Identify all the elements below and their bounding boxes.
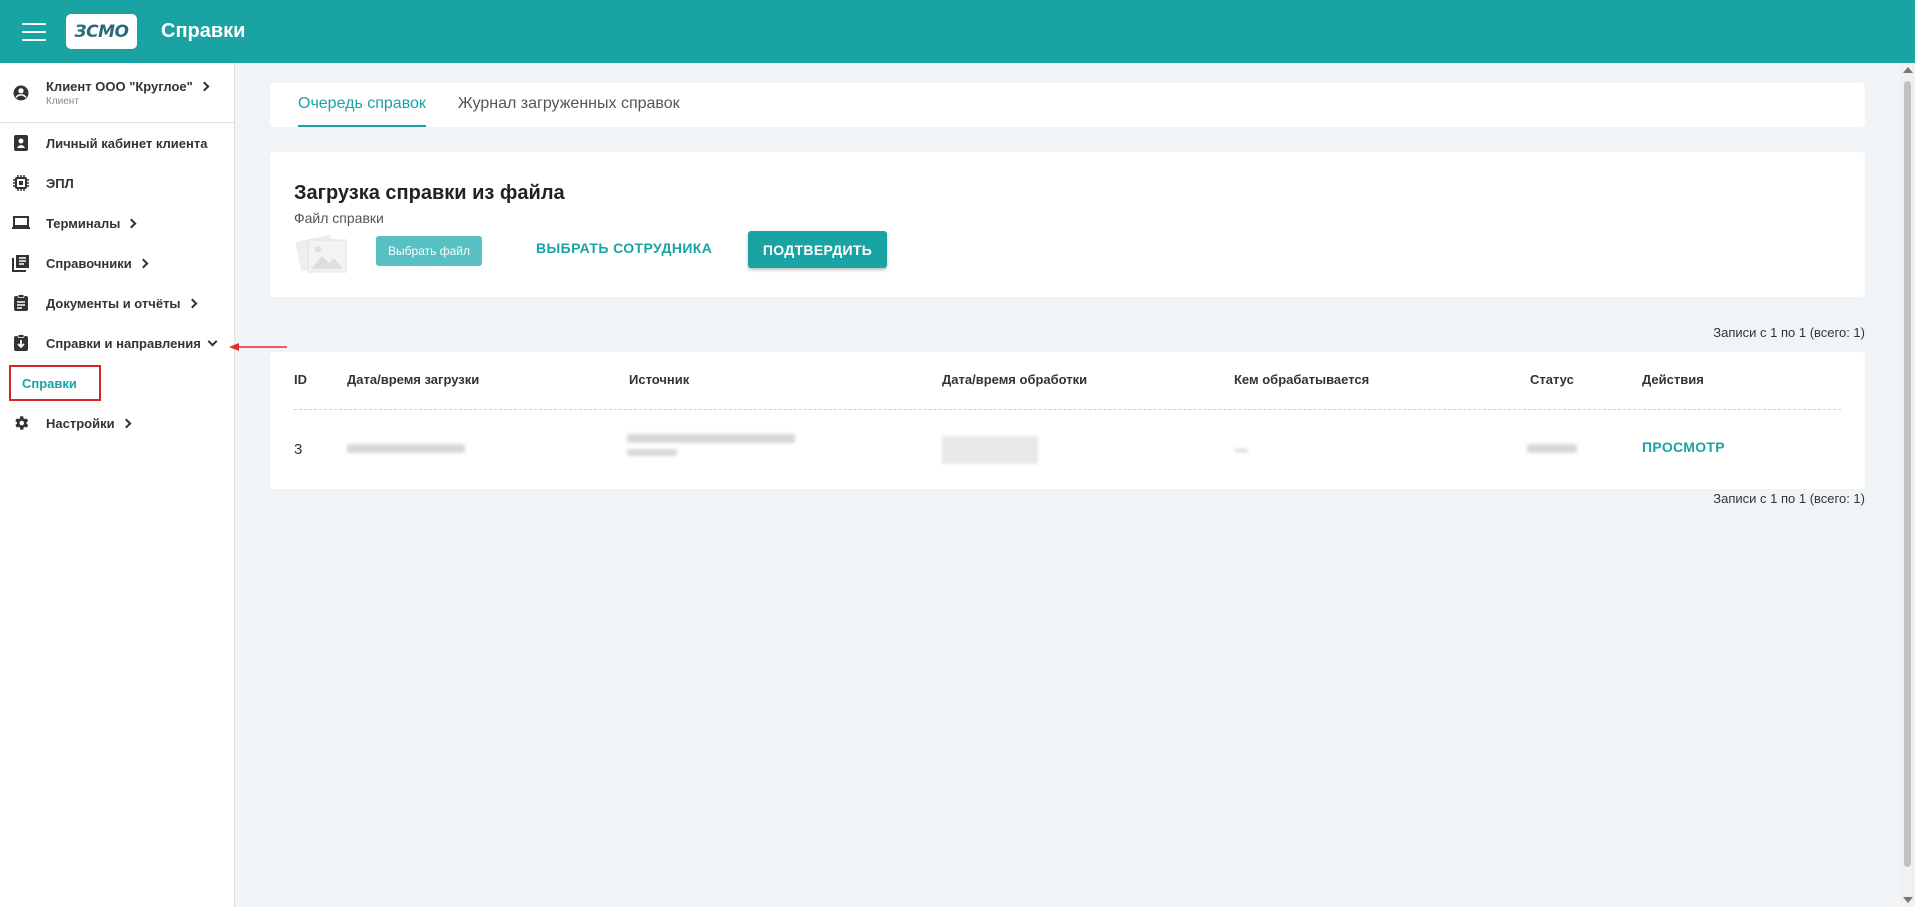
- upload-title: Загрузка справки из файла: [294, 182, 565, 204]
- sidebar-item-label: Настройки: [46, 415, 115, 431]
- gear-icon: [12, 414, 30, 432]
- sidebar-item-label: Справочники: [46, 255, 132, 271]
- header-divider: [294, 409, 1841, 410]
- redacted-upload-date: [347, 444, 465, 453]
- cell-id: 3: [294, 441, 303, 458]
- column-header-processing-date[interactable]: Дата/время обработки: [942, 372, 1087, 387]
- column-header-upload-date[interactable]: Дата/время загрузки: [347, 372, 479, 387]
- sidebar-item-label: Личный кабинет клиента: [46, 135, 208, 151]
- book-icon: [12, 254, 30, 272]
- laptop-icon: [12, 214, 30, 232]
- id-badge-icon: [12, 134, 30, 152]
- user-role: Клиент: [46, 95, 79, 107]
- view-button[interactable]: ПРОСМОТР: [1642, 439, 1725, 455]
- sidebar-item-terminals[interactable]: Терминалы: [0, 203, 234, 243]
- sidebar-item-certificates-referrals[interactable]: Справки и направления: [0, 323, 234, 363]
- column-header-actions: Действия: [1642, 372, 1704, 387]
- sidebar-item-directories[interactable]: Справочники: [0, 243, 234, 283]
- sidebar-item-label: Документы и отчёты: [46, 295, 181, 311]
- certificates-table: ID Дата/время загрузки Источник Дата/вре…: [270, 352, 1865, 489]
- column-header-id[interactable]: ID: [294, 372, 307, 387]
- logo[interactable]: ЗСМО: [66, 14, 137, 49]
- chevron-right-icon: [138, 258, 149, 268]
- page-scrollbar[interactable]: [1900, 63, 1915, 907]
- column-header-processed-by[interactable]: Кем обрабатывается: [1234, 372, 1369, 387]
- account-circle-icon: [12, 84, 30, 102]
- scroll-up-icon[interactable]: [1903, 67, 1913, 73]
- redacted-source: [627, 434, 795, 443]
- top-app-bar: ЗСМО Справки: [0, 0, 1915, 63]
- records-info-top: Записи с 1 по 1 (всего: 1): [1713, 325, 1865, 340]
- chevron-right-icon: [121, 418, 132, 428]
- column-header-status[interactable]: Статус: [1530, 372, 1574, 387]
- tabs-bar: Очередь справок Журнал загруженных справ…: [270, 83, 1865, 127]
- sidebar-subitem-certificates[interactable]: Справки: [9, 365, 101, 401]
- tab-upload-log[interactable]: Журнал загруженных справок: [458, 95, 680, 127]
- redacted-processing-date: [942, 436, 1038, 464]
- tab-queue[interactable]: Очередь справок: [298, 95, 426, 127]
- sidebar-item-settings[interactable]: Настройки: [0, 403, 234, 443]
- sidebar-item-label: ЭПЛ: [46, 175, 74, 191]
- page-title: Справки: [161, 20, 246, 42]
- image-placeholder-icon: [296, 234, 347, 273]
- clipboard-download-icon: [12, 334, 30, 352]
- chevron-right-icon: [199, 81, 210, 91]
- user-name: Клиент ООО "Круглое": [46, 78, 193, 94]
- annotation-arrow-icon: [229, 343, 287, 351]
- redacted-status: [1527, 444, 1577, 453]
- chip-icon: [12, 174, 30, 192]
- chevron-down-icon: [207, 336, 218, 346]
- scroll-thumb[interactable]: [1904, 81, 1911, 867]
- redacted-source-sub: [627, 449, 677, 456]
- scroll-down-icon[interactable]: [1903, 897, 1913, 903]
- confirm-button[interactable]: ПОДТВЕРДИТЬ: [748, 231, 887, 268]
- sidebar: Клиент ООО "Круглое" Клиент Личный кабин…: [0, 63, 235, 907]
- user-profile[interactable]: Клиент ООО "Круглое" Клиент: [0, 63, 234, 123]
- sidebar-item-label: Справки и направления: [46, 335, 201, 351]
- chevron-right-icon: [187, 298, 197, 308]
- file-label: Файл справки: [294, 210, 384, 226]
- column-header-source[interactable]: Источник: [629, 372, 689, 387]
- sidebar-item-label: Терминалы: [46, 215, 121, 231]
- upload-card: Загрузка справки из файла Файл справки В…: [270, 152, 1865, 297]
- sidebar-item-client-cabinet[interactable]: Личный кабинет клиента: [0, 123, 234, 163]
- sidebar-item-epl[interactable]: ЭПЛ: [0, 163, 234, 203]
- pick-employee-button[interactable]: ВЫБРАТЬ СОТРУДНИКА: [536, 240, 712, 256]
- chevron-right-icon: [126, 218, 137, 228]
- redacted-processed-by: [1234, 449, 1248, 452]
- hamburger-menu-icon[interactable]: [22, 22, 46, 41]
- choose-file-button[interactable]: Выбрать файл: [376, 236, 482, 266]
- sidebar-item-documents[interactable]: Документы и отчёты: [0, 283, 234, 323]
- clipboard-icon: [12, 294, 30, 312]
- logo-text: ЗСМО: [74, 21, 129, 42]
- records-info-bottom: Записи с 1 по 1 (всего: 1): [1713, 491, 1865, 506]
